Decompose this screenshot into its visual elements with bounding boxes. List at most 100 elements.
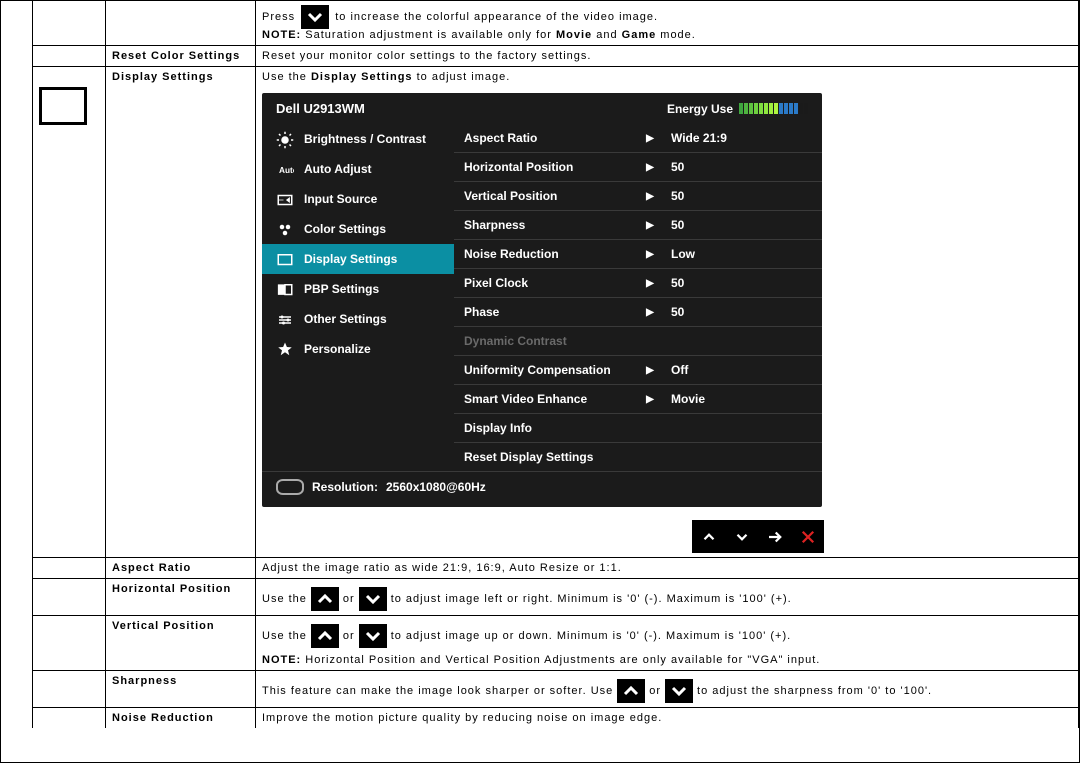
chevron-right-icon: ▶ (629, 394, 671, 405)
osd-menu-item[interactable]: AutoAuto Adjust (262, 154, 454, 184)
osd-setting-label: Pixel Clock (464, 276, 629, 290)
osd-setting-row[interactable]: Reset Display Settings (454, 442, 822, 471)
osd-menu-label: Brightness / Contrast (304, 132, 426, 146)
energy-bar (754, 103, 758, 114)
osd-setting-row[interactable]: Vertical Position▶50 (454, 181, 822, 210)
label-display-settings: Display Settings (106, 67, 256, 558)
desc-reset-color: Reset your monitor color settings to the… (256, 46, 1079, 67)
osd-menu-item[interactable]: Other Settings (262, 304, 454, 334)
monitor-icon (39, 87, 87, 125)
label-noise: Noise Reduction (106, 708, 256, 729)
label-vpos: Vertical Position (106, 616, 256, 671)
energy-bar (739, 103, 743, 114)
desc-aspect-ratio: Adjust the image ratio as wide 21:9, 16:… (256, 558, 1079, 579)
osd-setting-row[interactable]: Noise Reduction▶Low (454, 239, 822, 268)
chevron-right-icon: ▶ (629, 220, 671, 231)
label-hpos: Horizontal Position (106, 579, 256, 616)
nav-close-button[interactable] (791, 520, 824, 553)
nav-right-button[interactable] (758, 520, 791, 553)
osd-setting-row[interactable]: Smart Video Enhance▶Movie (454, 384, 822, 413)
desc-noise: Improve the motion picture quality by re… (256, 708, 1079, 729)
chevron-right-icon: ▶ (629, 133, 671, 144)
osd-setting-label: Noise Reduction (464, 247, 629, 261)
osd-menu-label: Personalize (304, 342, 371, 356)
osd-menu-icon: Auto (276, 161, 294, 177)
osd-setting-value: Movie (671, 392, 812, 406)
down-icon (359, 587, 387, 611)
osd-setting-label: Uniformity Compensation (464, 363, 629, 377)
energy-bar (789, 103, 793, 114)
osd-menu-item[interactable]: Personalize (262, 334, 454, 364)
resolution-label: Resolution: (312, 480, 378, 494)
energy-bar (744, 103, 748, 114)
up-icon (311, 624, 339, 648)
svg-text:Auto: Auto (279, 166, 294, 175)
energy-bar (759, 103, 763, 114)
osd-menu-icon (276, 191, 294, 207)
osd-menu-item[interactable]: Color Settings (262, 214, 454, 244)
chevron-right-icon: ▶ (629, 278, 671, 289)
osd-setting-value: Wide 21:9 (671, 131, 812, 145)
osd-setting-label: Smart Video Enhance (464, 392, 629, 406)
chevron-right-icon: ▶ (629, 307, 671, 318)
osd-setting-row[interactable]: Uniformity Compensation▶Off (454, 355, 822, 384)
label-reset-color: Reset Color Settings (106, 46, 256, 67)
down-icon (301, 5, 329, 29)
desc-display-settings: Use the Display Settings to adjust image… (256, 67, 1079, 558)
osd-setting-label: Phase (464, 305, 629, 319)
osd-setting-value: 50 (671, 160, 812, 174)
osd-menu-item[interactable]: Brightness / Contrast (262, 124, 454, 154)
osd-setting-row[interactable]: Horizontal Position▶50 (454, 152, 822, 181)
energy-bar (749, 103, 753, 114)
osd-menu-item[interactable]: PBP Settings (262, 274, 454, 304)
energy-bar (799, 103, 803, 114)
osd-menu-label: PBP Settings (304, 282, 379, 296)
note-label: NOTE: (262, 29, 301, 41)
osd-setting-value: 50 (671, 305, 812, 319)
osd-setting-value: Low (671, 247, 812, 261)
down-icon (359, 624, 387, 648)
osd-setting-label: Reset Display Settings (464, 450, 629, 464)
osd-setting-row[interactable]: Sharpness▶50 (454, 210, 822, 239)
display-settings-glyph-cell (33, 67, 106, 558)
osd-menu-label: Color Settings (304, 222, 386, 236)
energy-bar (794, 103, 798, 114)
osd-menu-label: Input Source (304, 192, 377, 206)
osd-setting-value: 50 (671, 189, 812, 203)
osd-setting-label: Dynamic Contrast (464, 334, 629, 348)
osd-panel: Dell U2913WM Energy Use Brightness / Con… (262, 93, 822, 507)
desc-hpos: Use the or to adjust image left or right… (256, 579, 1079, 616)
energy-use: Energy Use (667, 102, 808, 116)
desc-vpos: Use the or to adjust image up or down. M… (256, 616, 1079, 671)
osd-setting-row: Dynamic Contrast (454, 326, 822, 355)
osd-menu-label: Display Settings (304, 252, 397, 266)
osd-menu-label: Other Settings (304, 312, 387, 326)
osd-setting-value: Off (671, 363, 812, 377)
osd-setting-row[interactable]: Display Info (454, 413, 822, 442)
label-aspect-ratio: Aspect Ratio (106, 558, 256, 579)
osd-setting-label: Sharpness (464, 218, 629, 232)
up-icon (311, 587, 339, 611)
energy-bar (764, 103, 768, 114)
label-sharpness: Sharpness (106, 671, 256, 708)
nav-up-button[interactable] (692, 520, 725, 553)
osd-menu-icon (276, 221, 294, 237)
osd-title: Dell U2913WM (276, 101, 365, 116)
osd-setting-label: Vertical Position (464, 189, 629, 203)
press-pre: Press (262, 11, 299, 23)
osd-nav-buttons (692, 520, 1072, 553)
osd-setting-label: Horizontal Position (464, 160, 629, 174)
osd-setting-row[interactable]: Phase▶50 (454, 297, 822, 326)
energy-bar (774, 103, 778, 114)
osd-menu-icon (276, 341, 294, 357)
osd-setting-label: Display Info (464, 421, 629, 435)
chevron-right-icon: ▶ (629, 249, 671, 260)
osd-setting-row[interactable]: Aspect Ratio▶Wide 21:9 (454, 124, 822, 152)
osd-menu-icon (276, 251, 294, 267)
osd-setting-value: 50 (671, 276, 812, 290)
osd-menu-item[interactable]: Display Settings (262, 244, 454, 274)
osd-menu-item[interactable]: Input Source (262, 184, 454, 214)
resolution-icon (276, 479, 304, 495)
osd-setting-row[interactable]: Pixel Clock▶50 (454, 268, 822, 297)
nav-down-button[interactable] (725, 520, 758, 553)
